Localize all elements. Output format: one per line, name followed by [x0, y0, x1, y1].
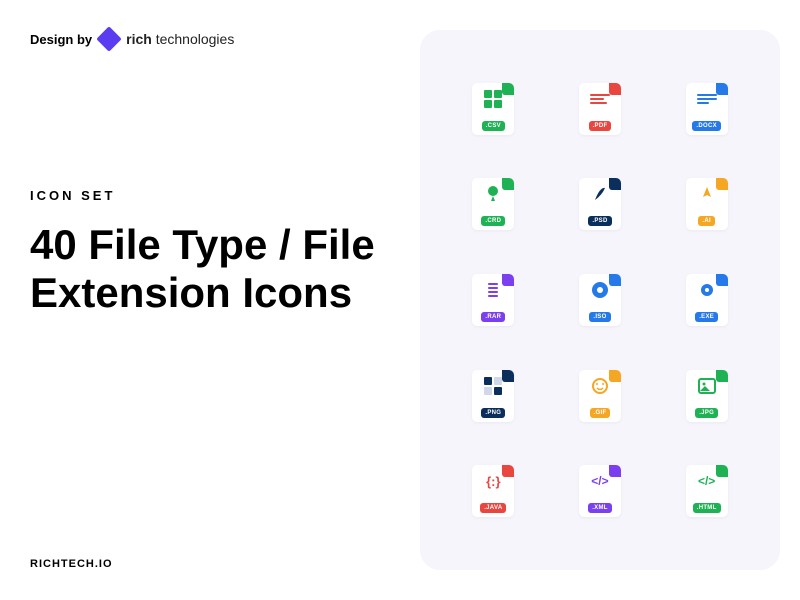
fold-icon — [609, 465, 621, 477]
file-png-icon: .PNG — [472, 370, 514, 422]
file-exe-icon: .EXE — [686, 274, 728, 326]
file-crd-icon: .CRD — [472, 178, 514, 230]
design-by-label: Design by — [30, 32, 92, 47]
ext-badge: .PNG — [481, 408, 505, 418]
fold-icon — [716, 274, 728, 286]
brand-tech: technologies — [152, 31, 235, 47]
fold-icon — [502, 83, 514, 95]
disc-icon — [590, 280, 610, 300]
fold-icon — [609, 274, 621, 286]
header: Design by rich technologies — [30, 30, 410, 48]
footer-link: RICHTECH.IO — [30, 558, 113, 570]
ext-badge: .EXE — [695, 312, 718, 322]
ext-badge: .HTML — [693, 503, 721, 513]
feather-icon — [590, 184, 610, 204]
fold-icon — [716, 370, 728, 382]
document-lines-icon — [590, 89, 610, 109]
brand-rich: rich — [126, 31, 152, 47]
file-docx-icon: .DOCX — [686, 83, 728, 135]
ext-badge: .GIF — [590, 408, 611, 418]
checker-icon — [483, 376, 503, 396]
braces-icon: {:} — [483, 471, 503, 491]
fold-icon — [716, 178, 728, 190]
pen-icon — [697, 184, 717, 204]
file-iso-icon: .ISO — [579, 274, 621, 326]
file-gif-icon: .GIF — [579, 370, 621, 422]
fold-icon — [502, 178, 514, 190]
file-rar-icon: .RAR — [472, 274, 514, 326]
fold-icon — [502, 370, 514, 382]
fold-icon — [716, 83, 728, 95]
ext-badge: .RAR — [481, 312, 505, 322]
ext-badge: .DOCX — [692, 121, 721, 131]
ext-badge: .AI — [698, 216, 715, 226]
spreadsheet-icon — [483, 89, 503, 109]
fold-icon — [716, 465, 728, 477]
fold-icon — [502, 274, 514, 286]
subtitle: ICON SET — [30, 188, 410, 203]
ext-badge: .JAVA — [480, 503, 506, 513]
fold-icon — [609, 370, 621, 382]
brand-name: rich technologies — [126, 31, 234, 47]
gear-icon — [697, 280, 717, 300]
brand-logo-icon — [96, 26, 121, 51]
file-psd-icon: .PSD — [579, 178, 621, 230]
file-html-icon: </> .HTML — [686, 465, 728, 517]
fold-icon — [609, 178, 621, 190]
file-java-icon: {:} .JAVA — [472, 465, 514, 517]
code-icon: </> — [590, 471, 610, 491]
page-title: 40 File Type / File Extension Icons — [30, 221, 410, 318]
ext-badge: .PSD — [588, 216, 611, 226]
file-pdf-icon: .PDF — [579, 83, 621, 135]
image-icon — [697, 376, 717, 396]
ext-badge: .ISO — [589, 312, 610, 322]
code-icon: </> — [697, 471, 717, 491]
document-lines-icon — [697, 89, 717, 109]
ext-badge: .JPG — [695, 408, 718, 418]
zip-icon — [483, 280, 503, 300]
icon-preview-panel: .CSV .PDF .DOCX .CRD .PSD .AI .RAR .ISO — [420, 30, 780, 570]
ext-badge: .CSV — [482, 121, 505, 131]
balloon-icon — [483, 184, 503, 204]
file-ai-icon: .AI — [686, 178, 728, 230]
ext-badge: .CRD — [481, 216, 505, 226]
file-xml-icon: </> .XML — [579, 465, 621, 517]
file-csv-icon: .CSV — [472, 83, 514, 135]
fold-icon — [502, 465, 514, 477]
file-jpg-icon: .JPG — [686, 370, 728, 422]
fold-icon — [609, 83, 621, 95]
smiley-icon — [590, 376, 610, 396]
ext-badge: .PDF — [589, 121, 612, 131]
ext-badge: .XML — [588, 503, 612, 513]
